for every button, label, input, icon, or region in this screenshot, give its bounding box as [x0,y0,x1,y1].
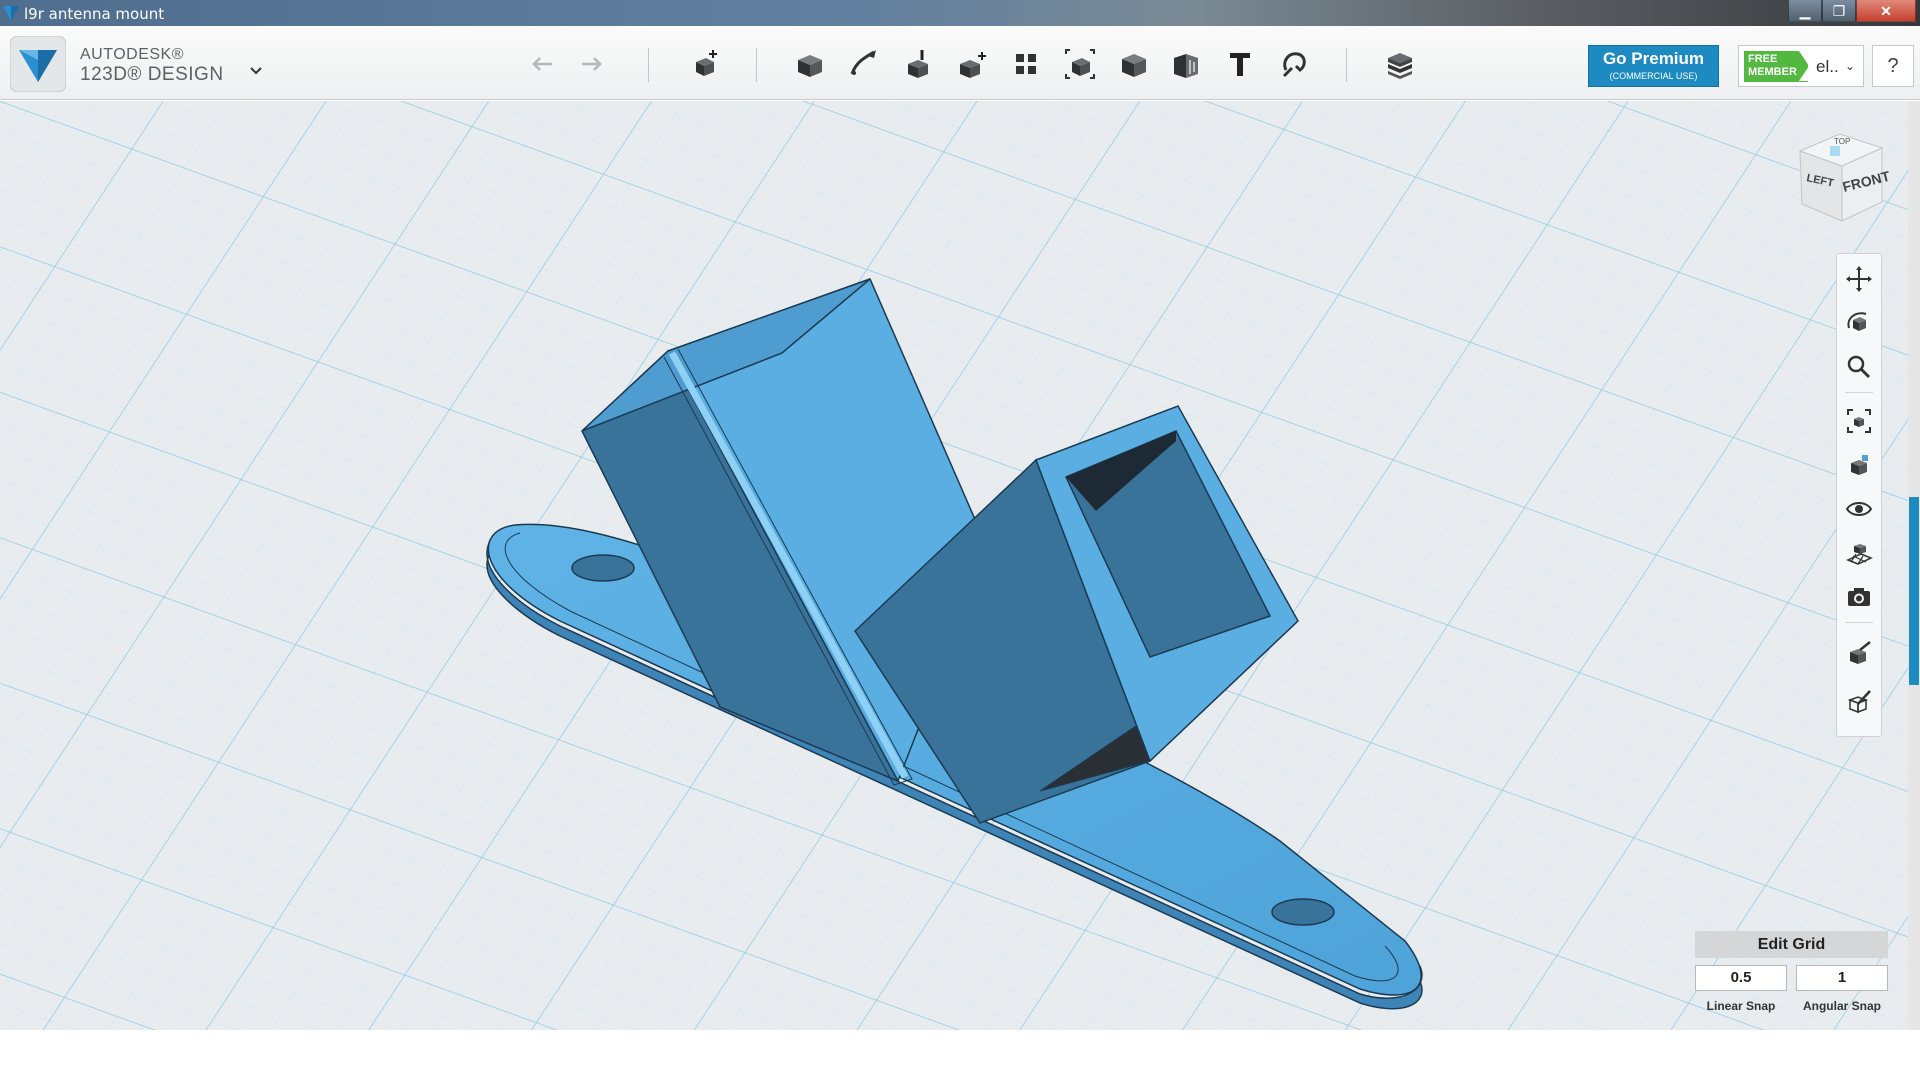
model-canvas[interactable] [0,101,1920,1030]
premium-label: Go Premium [1602,49,1705,68]
edit-grid-panel: Edit Grid 0.5 1 Linear Snap Angular Snap [1695,931,1890,1021]
text-icon [1230,53,1250,76]
window-title: l9r antenna mount [24,5,165,23]
fit-button[interactable] [1844,406,1874,436]
angular-snap-input[interactable]: 1 [1796,965,1888,991]
minimize-button[interactable]: ▁ [1788,0,1822,22]
toolbar-divider [648,48,649,82]
brand-product: 123D® DESIGN [80,64,224,85]
zoom-icon [1847,355,1871,379]
navigation-bar [1836,253,1882,737]
pattern-icon [1016,54,1036,74]
modify-icon [960,52,986,78]
free-member-badge: FREE MEMBER [1744,51,1809,82]
visibility-button[interactable] [1844,494,1874,524]
primitives-tool[interactable] [790,44,830,84]
chevron-down-icon[interactable] [246,60,266,80]
mount-hole-left [571,554,635,582]
screenshot-button[interactable] [1844,582,1874,612]
brand-company: AUTODESK® [80,46,185,63]
sketch-tool[interactable] [844,44,884,84]
3d-viewport[interactable]: TOP LEFT FRONT Edit Grid 0.5 1 Linear Sn… [0,101,1920,1030]
transform-icon [696,50,717,76]
toolbar-divider [756,48,757,82]
outline-button[interactable] [1844,686,1874,716]
close-button[interactable]: ✕ [1856,0,1916,22]
orbit-button[interactable] [1844,308,1874,338]
title-bar: l9r antenna mount ▁ ❐ ✕ [0,0,1920,26]
material-button[interactable] [1844,638,1874,668]
grouping-icon [1065,49,1095,79]
layers-icon [1388,53,1412,79]
grouping-tool[interactable] [1060,44,1100,84]
undo-button[interactable] [522,44,562,84]
construct-tool[interactable] [898,44,938,84]
app-logo[interactable] [10,36,66,92]
bottom-area [0,1030,1920,1080]
modify-tool[interactable] [952,44,992,84]
grid-toggle-button[interactable] [1844,538,1874,568]
badge-line2: MEMBER [1748,66,1797,78]
account-menu[interactable]: FREE MEMBER el.. ⌄ [1738,45,1864,87]
pattern-tool[interactable] [1006,44,1046,84]
viewcube-top-label[interactable]: TOP [1834,137,1850,146]
orbit-icon [1847,312,1867,331]
outline-icon [1847,690,1871,714]
premium-sublabel: (COMMERCIAL USE) [1609,71,1698,81]
app-icon [3,6,19,21]
navbar-divider [1845,392,1873,393]
undo-icon [532,57,552,71]
main-toolbar: AUTODESK® 123D® DESIGN Go Premium (COMME… [0,26,1920,100]
badge-line1: FREE [1748,53,1778,65]
pan-button[interactable] [1844,264,1874,294]
text-tool[interactable] [1220,44,1260,84]
material-icon [1850,641,1871,664]
primitives-icon [798,55,822,77]
zoom-button[interactable] [1844,352,1874,382]
angular-snap-label: Angular Snap [1802,999,1881,1013]
go-premium-button[interactable]: Go Premium (COMMERCIAL USE) [1588,45,1719,87]
materials-tool[interactable] [1380,44,1420,84]
fit-icon [1847,409,1871,433]
viewcube[interactable]: TOP LEFT FRONT [1790,126,1900,236]
navbar-divider [1845,622,1873,623]
view-selected-button[interactable] [1844,450,1874,480]
sketch-icon [850,50,876,75]
eye-icon [1845,502,1873,516]
pan-icon [1846,266,1872,292]
redo-button[interactable] [572,44,612,84]
toolbar-divider [1346,48,1347,82]
construct-icon [908,50,928,78]
maximize-button[interactable]: ❐ [1822,0,1856,22]
app-window: l9r antenna mount ▁ ❐ ✕ AUTODESK® 123D® … [0,0,1920,1080]
grid-icon [1846,544,1873,565]
linear-snap-label: Linear Snap [1706,999,1776,1013]
transform-tool[interactable] [684,44,724,84]
chevron-down-icon: ⌄ [1845,59,1856,73]
view-selected-icon [1851,455,1868,475]
mount-hole-right [1271,898,1335,926]
redo-icon [582,57,602,71]
measure-icon [1174,54,1198,78]
combine-tool[interactable] [1114,44,1154,84]
snap-icon [1282,52,1306,78]
combine-icon [1122,54,1146,77]
help-button[interactable]: ? [1872,45,1914,87]
scrollbar-thumb[interactable] [1909,497,1919,685]
edit-grid-button[interactable]: Edit Grid [1695,931,1888,958]
measure-tool[interactable] [1166,44,1206,84]
snap-tool[interactable] [1274,44,1314,84]
linear-snap-input[interactable]: 0.5 [1695,965,1787,991]
username: el.. [1816,57,1839,76]
camera-icon [1848,588,1870,606]
